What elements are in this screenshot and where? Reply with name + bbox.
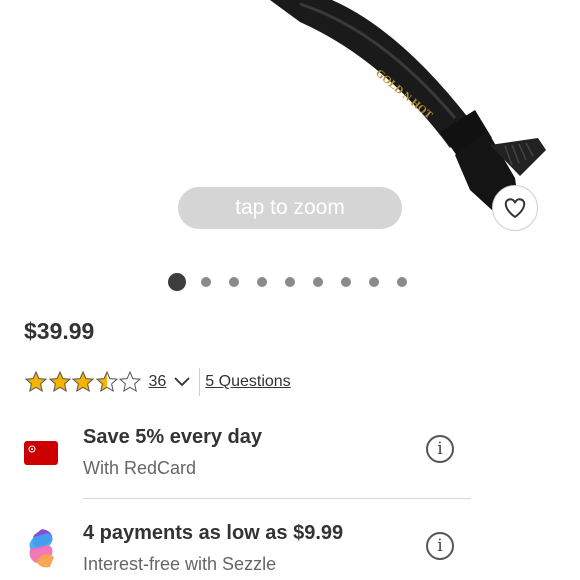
review-count-link[interactable]: 36 <box>149 373 167 391</box>
carousel-dot[interactable] <box>201 277 211 287</box>
carousel-dot[interactable] <box>313 277 323 287</box>
star-full-icon <box>71 370 95 393</box>
rating-row: 36 5 Questions <box>24 368 291 396</box>
redcard-icon <box>24 441 58 465</box>
heart-icon <box>504 198 526 218</box>
divider <box>199 368 201 396</box>
questions-link[interactable]: 5 Questions <box>205 373 290 391</box>
star-empty-icon <box>118 370 142 393</box>
carousel-dot[interactable] <box>168 273 186 291</box>
image-carousel-dots <box>168 272 425 292</box>
favorite-button[interactable] <box>492 185 538 231</box>
carousel-dot[interactable] <box>397 277 407 287</box>
promo-subtitle: Interest-free with Sezzle <box>83 554 277 574</box>
carousel-dot[interactable] <box>369 277 379 287</box>
promo-divider <box>83 498 471 499</box>
star-full-icon <box>24 370 48 393</box>
promo-title: Save 5% every day <box>83 426 263 448</box>
carousel-dot[interactable] <box>285 277 295 287</box>
star-full-icon <box>48 370 71 393</box>
tap-to-zoom-hint[interactable]: tap to zoom <box>178 187 402 229</box>
info-icon[interactable]: i <box>426 532 454 560</box>
info-icon[interactable]: i <box>426 435 454 463</box>
promo-title: 4 payments as low as $9.99 <box>83 522 344 544</box>
product-price: $39.99 <box>24 318 95 344</box>
carousel-dot[interactable] <box>229 277 239 287</box>
sezzle-icon <box>29 529 54 568</box>
rating-stars[interactable] <box>24 370 142 394</box>
carousel-dot[interactable] <box>341 277 351 287</box>
chevron-down-icon[interactable] <box>174 377 190 387</box>
carousel-dot[interactable] <box>257 277 267 287</box>
star-half-icon <box>95 370 118 393</box>
product-image-gallery[interactable]: GOLD N HOT tap to zoom <box>0 0 580 262</box>
promo-subtitle: With RedCard <box>83 458 197 478</box>
target-logo-icon <box>28 445 36 453</box>
